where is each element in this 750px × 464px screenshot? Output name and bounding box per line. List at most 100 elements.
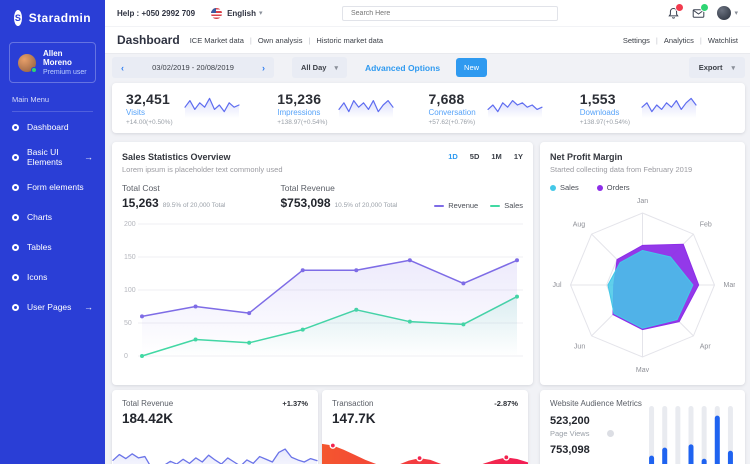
info-icon[interactable] [607,430,614,437]
chevron-down-icon: ▾ [734,9,738,17]
range-button-5d[interactable]: 5D [470,152,480,174]
sidebar-item-basic-ui-elements[interactable]: Basic UI Elements→ [0,142,105,172]
logo-icon: S [14,10,22,26]
card-title: Sales Statistics Overview [122,152,283,162]
date-range-picker[interactable]: ‹ 03/02/2019 - 20/08/2019 › [112,57,274,78]
sidebar-item-icons[interactable]: Icons [0,262,105,292]
menu-bullet-icon [12,244,19,251]
header-link-historic-market-data[interactable]: Historic market data [316,36,383,45]
sidebar-user-card[interactable]: Allen Moreno Premium user [9,42,96,83]
svg-text:200: 200 [124,221,136,228]
header-right-links: Settings | Analytics | Watchlist [623,36,738,45]
stat-delta: +57.62(+0.76%) [429,119,476,126]
sidebar-item-label: Tables [27,242,52,252]
separator: | [700,36,702,45]
legend-item-orders: Orders [597,183,630,192]
messages-button[interactable] [692,7,705,20]
stat-delta: +14.00(+0.50%) [126,119,173,126]
menu-bullet-icon [12,274,19,281]
notifications-button[interactable] [667,7,680,20]
transaction-mini-card: Transaction -2.87% 147.7K [322,390,528,464]
sidebar-item-tables[interactable]: Tables [0,232,105,262]
page-title: Dashboard [117,33,180,47]
user-name: Allen Moreno [43,49,87,67]
header-link-settings[interactable]: Settings [623,36,650,45]
svg-text:Jun: Jun [574,343,585,350]
day-select[interactable]: All Day ▾ [292,57,347,78]
revenue-trend-chart [112,444,318,464]
profile-menu[interactable]: ▾ [717,6,738,20]
flag-icon[interactable] [211,8,222,19]
new-button[interactable]: New [456,58,487,77]
sidebar-item-dashboard[interactable]: Dashboard [0,112,105,142]
svg-text:150: 150 [124,254,136,261]
notification-badge [676,4,683,11]
message-badge [701,4,708,11]
range-button-1d[interactable]: 1D [448,152,458,174]
range-button-1y[interactable]: 1Y [514,152,523,174]
total-revenue-mini-card: Total Revenue +1.37% 184.42K [112,390,318,464]
legend-swatch [490,205,500,207]
transaction-area-chart [322,438,528,464]
mini-card-delta: +1.37% [282,399,308,408]
header-link-analytics[interactable]: Analytics [664,36,694,45]
total-cost-label: Total Cost [122,183,225,193]
svg-text:Feb: Feb [700,222,712,229]
menu-bullet-icon [12,184,19,191]
sidebar-item-label: Dashboard [27,122,69,132]
sidebar-item-label: User Pages [27,302,71,312]
total-revenue-label: Total Revenue [280,183,397,193]
legend-item-sales: Sales [550,183,579,192]
sparkline-chart [486,92,544,118]
total-cost-value: 15,263 [122,196,159,210]
stat-value: 15,236 [277,91,327,107]
radar-chart: JanFebMarAprMayJunJulAug [550,194,735,372]
card-subtitle: Started collecting data from February 20… [550,165,735,174]
range-button-1m[interactable]: 1M [491,152,501,174]
legend-label: Orders [607,183,630,192]
app-root: S Staradmin Allen Moreno Premium user Ma… [0,0,750,464]
sidebar-item-label: Charts [27,212,52,222]
chevron-down-icon: ▾ [259,9,263,17]
chart-legend: Sales Orders [550,183,735,192]
page-views-label: Page Views [550,429,589,438]
svg-text:May: May [636,367,650,372]
menu-bullet-icon [12,304,19,311]
mini-card-title: Total Revenue [122,399,173,408]
chevron-down-icon: ▾ [334,64,338,72]
date-range-value: 03/02/2019 - 20/08/2019 [152,63,234,72]
chevron-down-icon: ▾ [731,64,735,72]
brand[interactable]: S Staradmin [0,0,105,34]
separator: | [656,36,658,45]
chart-legend: RevenueSales [434,201,523,210]
total-revenue-value: $753,098 [280,196,330,210]
language-selector[interactable]: English [227,9,256,18]
legend-swatch [550,185,556,191]
svg-text:Apr: Apr [700,343,712,350]
page-header: Dashboard ICE Market data|Own analysis|H… [105,26,750,54]
mini-card-title: Transaction [332,399,374,408]
sparkline-chart [640,92,698,118]
sidebar-item-form-elements[interactable]: Form elements [0,172,105,202]
sidebar-item-user-pages[interactable]: User Pages → [0,292,105,322]
card-subtitle: Lorem ipsum is placeholder text commonly… [122,165,283,174]
svg-text:Mar: Mar [724,282,736,289]
svg-text:100: 100 [124,287,136,294]
chevron-left-icon[interactable]: ‹ [121,63,124,73]
export-button[interactable]: Export ▾ [689,57,745,78]
sidebar-item-charts[interactable]: Charts [0,202,105,232]
header-link-own-analysis[interactable]: Own analysis [258,36,303,45]
search-input[interactable] [342,6,558,21]
stat-impressions: 15,236Impressions+138.97(+0.54%) [277,91,428,126]
header-link-watchlist[interactable]: Watchlist [708,36,738,45]
stat-label: Conversation [429,108,476,117]
menu-bullet-icon [12,154,19,161]
submenu-arrow-icon: → [84,302,93,312]
chevron-right-icon[interactable]: › [262,63,265,73]
header-links: ICE Market data|Own analysis|Historic ma… [190,36,383,45]
total-cost-note: 89.5% of 20,000 Total [163,202,226,209]
advanced-options-link[interactable]: Advanced Options [365,63,440,73]
header-link-ice-market-data[interactable]: ICE Market data [190,36,244,45]
menu-bullet-icon [12,124,19,131]
legend-swatch [597,185,603,191]
